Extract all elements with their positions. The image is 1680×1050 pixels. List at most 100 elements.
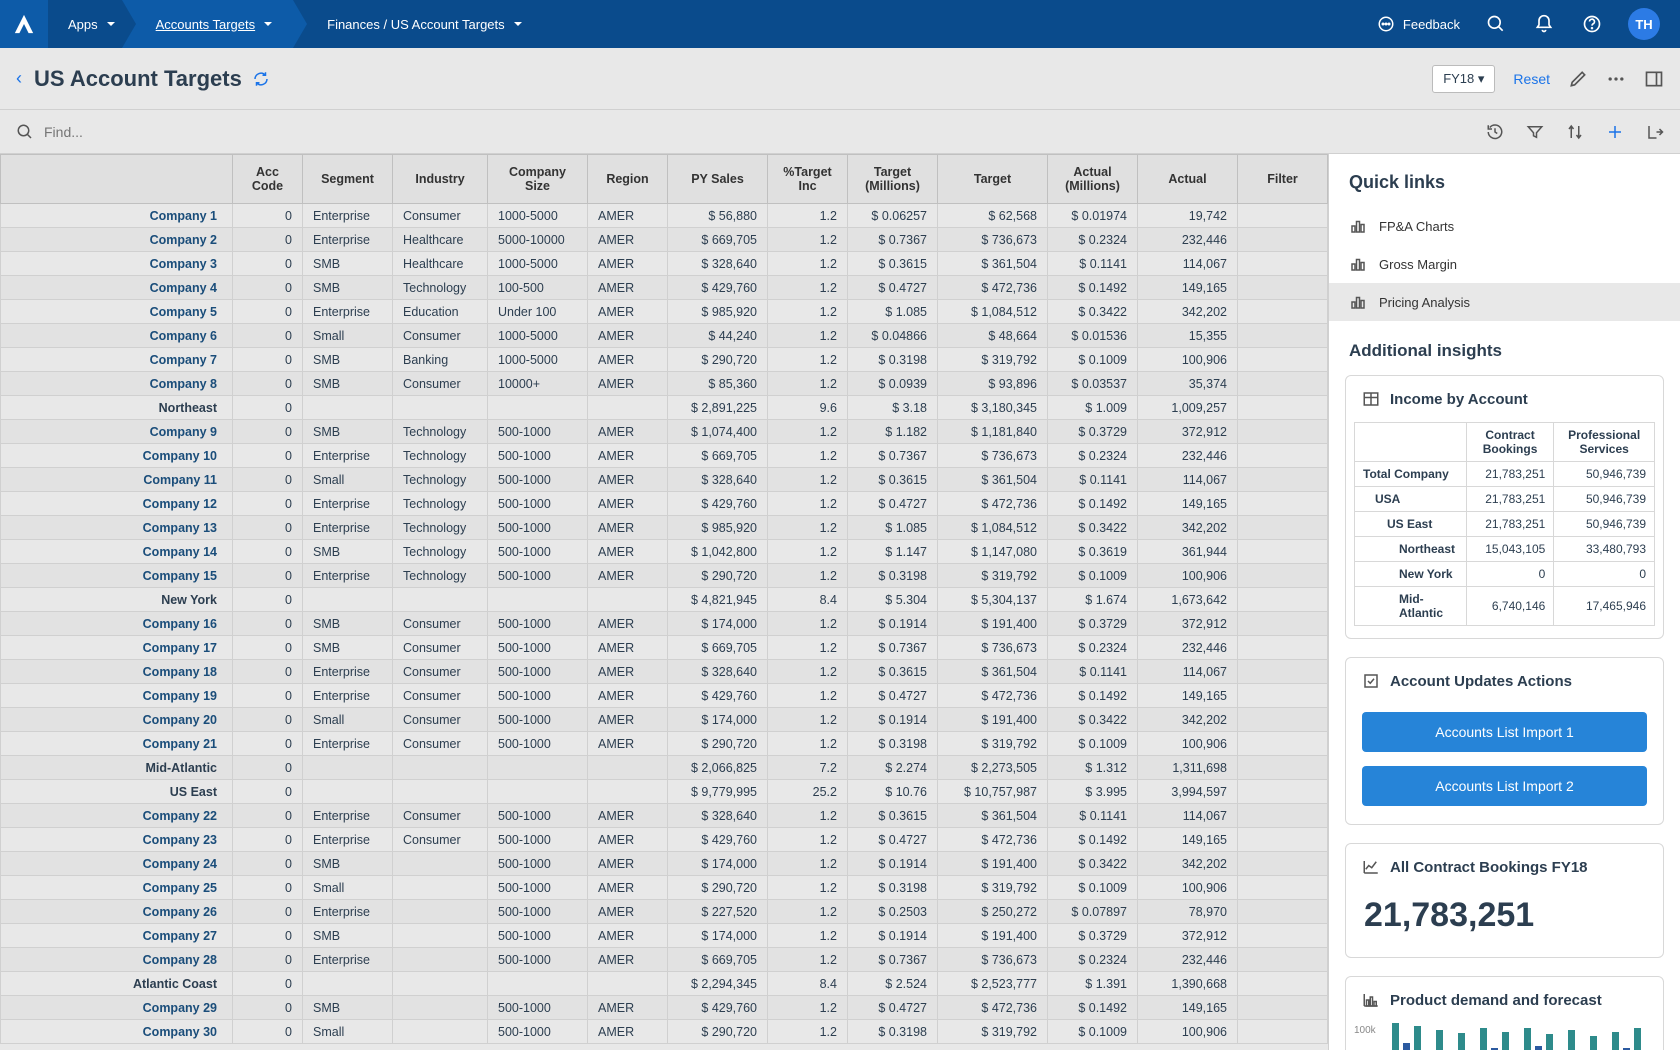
search-button[interactable]	[1484, 12, 1508, 36]
quicklink-gross-margin[interactable]: Gross Margin	[1329, 245, 1680, 283]
cell[interactable]: $ 0.3422	[1048, 852, 1138, 876]
cell[interactable]: $ 0.04866	[848, 324, 938, 348]
cell[interactable]: SMB	[303, 252, 393, 276]
data-grid[interactable]: Acc CodeSegmentIndustryCompany SizeRegio…	[0, 154, 1328, 1050]
cell[interactable]	[393, 948, 488, 972]
cell[interactable]: 1000-5000	[488, 348, 588, 372]
cell[interactable]: 232,446	[1138, 444, 1238, 468]
cell[interactable]: $ 0.3615	[848, 660, 938, 684]
cell[interactable]: AMER	[588, 444, 668, 468]
cell[interactable]: 1.2	[768, 612, 848, 636]
cell[interactable]: 0	[233, 420, 303, 444]
cell[interactable]	[1238, 972, 1328, 996]
cell[interactable]: $ 1.674	[1048, 588, 1138, 612]
table-row[interactable]: Company 40SMBTechnology100-500AMER$ 429,…	[1, 276, 1328, 300]
cell[interactable]: $ 0.3615	[848, 804, 938, 828]
cell[interactable]: 1.2	[768, 948, 848, 972]
cell[interactable]	[1238, 252, 1328, 276]
cell[interactable]: 0	[233, 588, 303, 612]
cell[interactable]: 500-1000	[488, 948, 588, 972]
cell[interactable]: $ 1.391	[1048, 972, 1138, 996]
cell[interactable]: $ 328,640	[668, 468, 768, 492]
table-row[interactable]: New York0$ 4,821,9458.4$ 5.304$ 5,304,13…	[1, 588, 1328, 612]
cell[interactable]: Healthcare	[393, 252, 488, 276]
table-row[interactable]: Company 280Enterprise500-1000AMER$ 669,7…	[1, 948, 1328, 972]
cell[interactable]: $ 361,504	[938, 468, 1048, 492]
cell[interactable]	[588, 396, 668, 420]
cell[interactable]: Small	[303, 468, 393, 492]
cell[interactable]: $ 472,736	[938, 828, 1048, 852]
table-row[interactable]: Company 190EnterpriseConsumer500-1000AME…	[1, 684, 1328, 708]
cell[interactable]: 0	[233, 324, 303, 348]
cell[interactable]: $ 0.3729	[1048, 420, 1138, 444]
table-row[interactable]: Company 100EnterpriseTechnology500-1000A…	[1, 444, 1328, 468]
cell[interactable]: 100,906	[1138, 348, 1238, 372]
cell[interactable]: $ 1.312	[1048, 756, 1138, 780]
cell[interactable]: 1,311,698	[1138, 756, 1238, 780]
cell[interactable]: $ 9,779,995	[668, 780, 768, 804]
cell[interactable]: AMER	[588, 492, 668, 516]
cell[interactable]: 1.2	[768, 540, 848, 564]
cell[interactable]: 342,202	[1138, 516, 1238, 540]
cell[interactable]	[393, 756, 488, 780]
cell[interactable]: 1,009,257	[1138, 396, 1238, 420]
cell[interactable]	[303, 780, 393, 804]
cell[interactable]: $ 290,720	[668, 1020, 768, 1044]
table-row[interactable]: Company 180EnterpriseConsumer500-1000AME…	[1, 660, 1328, 684]
table-row[interactable]: Company 60SmallConsumer1000-5000AMER$ 44…	[1, 324, 1328, 348]
table-row[interactable]: Company 150EnterpriseTechnology500-1000A…	[1, 564, 1328, 588]
cell[interactable]: Healthcare	[393, 228, 488, 252]
cell[interactable]: 0	[233, 300, 303, 324]
cell[interactable]: 500-1000	[488, 828, 588, 852]
cell[interactable]	[1238, 276, 1328, 300]
cell[interactable]: 1.2	[768, 996, 848, 1020]
cell[interactable]: $ 429,760	[668, 828, 768, 852]
cell[interactable]: $ 2,523,777	[938, 972, 1048, 996]
cell[interactable]: SMB	[303, 372, 393, 396]
cell[interactable]	[588, 972, 668, 996]
mini-row[interactable]: Total Company21,783,25150,946,739	[1355, 462, 1655, 487]
cell[interactable]: $ 0.1141	[1048, 660, 1138, 684]
cell[interactable]: 1.2	[768, 684, 848, 708]
cell[interactable]	[1238, 300, 1328, 324]
cell[interactable]: $ 290,720	[668, 876, 768, 900]
cell[interactable]	[1238, 468, 1328, 492]
cell[interactable]: 1.2	[768, 876, 848, 900]
cell[interactable]: 0	[233, 204, 303, 228]
cell[interactable]: AMER	[588, 684, 668, 708]
cell[interactable]: $ 0.7367	[848, 444, 938, 468]
cell[interactable]	[1238, 948, 1328, 972]
cell[interactable]: $ 0.2324	[1048, 636, 1138, 660]
cell[interactable]: AMER	[588, 732, 668, 756]
table-row[interactable]: Company 300Small500-1000AMER$ 290,7201.2…	[1, 1020, 1328, 1044]
cell[interactable]: 0	[233, 852, 303, 876]
cell[interactable]: 114,067	[1138, 660, 1238, 684]
cell[interactable]: $ 174,000	[668, 852, 768, 876]
cell[interactable]: $ 5.304	[848, 588, 938, 612]
cell[interactable]: $ 0.1492	[1048, 492, 1138, 516]
cell[interactable]: AMER	[588, 612, 668, 636]
cell[interactable]: $ 0.7367	[848, 636, 938, 660]
cell[interactable]: 361,944	[1138, 540, 1238, 564]
cell[interactable]: 10000+	[488, 372, 588, 396]
cell[interactable]: 0	[233, 972, 303, 996]
cell[interactable]: Small	[303, 876, 393, 900]
cell[interactable]: Consumer	[393, 372, 488, 396]
cell[interactable]	[588, 780, 668, 804]
cell[interactable]: AMER	[588, 276, 668, 300]
cell[interactable]: $ 191,400	[938, 708, 1048, 732]
cell[interactable]: $ 429,760	[668, 684, 768, 708]
cell[interactable]	[1238, 780, 1328, 804]
cell[interactable]: 149,165	[1138, 276, 1238, 300]
cell[interactable]: 100-500	[488, 276, 588, 300]
cell[interactable]: $ 1.085	[848, 300, 938, 324]
cell[interactable]: $ 0.1914	[848, 708, 938, 732]
cell[interactable]	[393, 996, 488, 1020]
cell[interactable]: $ 0.4727	[848, 996, 938, 1020]
cell[interactable]: 1.2	[768, 420, 848, 444]
col-header[interactable]: Segment	[303, 155, 393, 204]
cell[interactable]: $ 0.3422	[1048, 516, 1138, 540]
col-header[interactable]: Industry	[393, 155, 488, 204]
table-row[interactable]: Company 130EnterpriseTechnology500-1000A…	[1, 516, 1328, 540]
cell[interactable]: $ 985,920	[668, 300, 768, 324]
